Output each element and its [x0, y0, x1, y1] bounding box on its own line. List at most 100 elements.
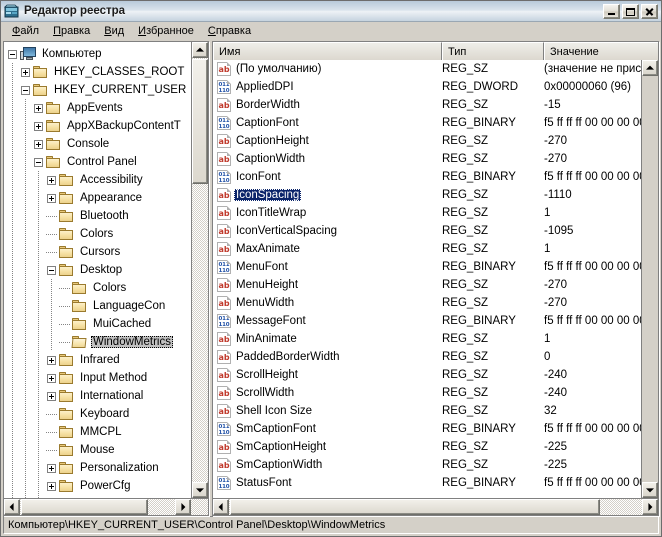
tree-scroll-down-button[interactable]: [192, 482, 208, 498]
table-row[interactable]: ab ScrollHeight REG_SZ -240: [213, 366, 641, 384]
folder-icon: [46, 119, 62, 133]
table-row[interactable]: ab ScrollWidth REG_SZ -240: [213, 384, 641, 402]
table-row[interactable]: ab (По умолчанию) REG_SZ (значение не присв…: [213, 60, 641, 78]
close-button[interactable]: [641, 3, 658, 19]
table-row[interactable]: ab SmCaptionHeight REG_SZ -225: [213, 438, 641, 456]
table-row[interactable]: ab CaptionHeight REG_SZ -270: [213, 132, 641, 150]
column-header-type[interactable]: Тип: [442, 42, 544, 60]
tree-node-cursors[interactable]: Cursors: [7, 243, 190, 261]
binary-value-icon: 011 110: [217, 170, 231, 184]
tree-guide: [20, 477, 33, 495]
tree-collapse-icon[interactable]: [20, 81, 33, 99]
table-row[interactable]: ab MaxAnimate REG_SZ 1: [213, 240, 641, 258]
column-header-value[interactable]: Значение: [544, 42, 658, 60]
tree-node-colors[interactable]: Colors: [7, 279, 190, 297]
tree-guide: [20, 225, 33, 243]
menu-item-favorites[interactable]: Избранное: [131, 23, 201, 39]
title-bar: Редактор реестра: [1, 1, 661, 22]
table-row[interactable]: ab SmCaptionWidth REG_SZ -225: [213, 456, 641, 474]
menu-item-help[interactable]: Справка: [201, 23, 258, 39]
tree-node-mmcpl[interactable]: MMCPL: [7, 423, 190, 441]
table-row[interactable]: 011 110 StatusFont REG_BINARY f5 ff ff ff 00…: [213, 474, 641, 492]
tree-node-hkey-current-user[interactable]: HKEY_CURRENT_USER: [7, 81, 190, 99]
list-vertical-scrollbar[interactable]: [641, 60, 658, 498]
column-header-name[interactable]: Имя: [213, 42, 442, 60]
table-row[interactable]: ab MenuHeight REG_SZ -270: [213, 276, 641, 294]
values-list[interactable]: ab (По умолчанию) REG_SZ (значение не присв…: [213, 60, 641, 498]
list-hscroll-thumb[interactable]: [230, 499, 600, 515]
registry-tree[interactable]: Компьютер HKEY_CLASSES_ROOT HKEY_CURRENT_U…: [4, 42, 190, 515]
tree-scroll-left-button[interactable]: [4, 499, 20, 515]
tree-horizontal-scrollbar[interactable]: [4, 498, 208, 515]
tree-expand-icon[interactable]: [33, 99, 46, 117]
tree-node-appevents[interactable]: AppEvents: [7, 99, 190, 117]
tree-expand-icon[interactable]: [20, 63, 33, 81]
tree-expand-icon[interactable]: [33, 117, 46, 135]
tree-expand-icon[interactable]: [46, 189, 59, 207]
menu-item-edit[interactable]: Правка: [46, 23, 97, 39]
table-row[interactable]: 011 110 CaptionFont REG_BINARY f5 ff ff ff 0…: [213, 114, 641, 132]
tree-scroll-right-button[interactable]: [175, 499, 191, 515]
table-row[interactable]: ab IconVerticalSpacing REG_SZ -1095: [213, 222, 641, 240]
value-data: -240: [544, 387, 568, 399]
tree-node-powercfg[interactable]: PowerCfg: [7, 477, 190, 495]
tree-node-bluetooth[interactable]: Bluetooth: [7, 207, 190, 225]
table-row[interactable]: ab PaddedBorderWidth REG_SZ 0: [213, 348, 641, 366]
table-row[interactable]: ab MinAnimate REG_SZ 1: [213, 330, 641, 348]
tree-expand-icon[interactable]: [46, 387, 59, 405]
tree-guide: [46, 405, 59, 423]
tree-node-appxbackupcontentt[interactable]: AppXBackupContentT: [7, 117, 190, 135]
tree-node-windowmetrics[interactable]: WindowMetrics: [7, 333, 190, 351]
maximize-button[interactable]: [622, 3, 639, 19]
tree-node-infrared[interactable]: Infrared: [7, 351, 190, 369]
tree-vertical-scrollbar[interactable]: [191, 42, 208, 498]
tree-node-accessibility[interactable]: Accessibility: [7, 171, 190, 189]
tree-expand-icon[interactable]: [46, 477, 59, 495]
tree-node-input-method[interactable]: Input Method: [7, 369, 190, 387]
table-row[interactable]: 011 110 AppliedDPI REG_DWORD 0x00000060 (96): [213, 78, 641, 96]
table-row[interactable]: ab Shell Icon Size REG_SZ 32: [213, 402, 641, 420]
table-row[interactable]: 011 110 SmCaptionFont REG_BINARY f5 ff ff ff…: [213, 420, 641, 438]
tree-node-control-panel[interactable]: Control Panel: [7, 153, 190, 171]
tree-node-languagecon[interactable]: LanguageCon: [7, 297, 190, 315]
list-scroll-right-button[interactable]: [642, 499, 658, 515]
table-row[interactable]: ab BorderWidth REG_SZ -15: [213, 96, 641, 114]
tree-expand-icon[interactable]: [46, 459, 59, 477]
minimize-button[interactable]: [603, 3, 620, 19]
list-scroll-up-button[interactable]: [642, 60, 658, 76]
tree-expand-icon[interactable]: [46, 369, 59, 387]
table-row[interactable]: ab CaptionWidth REG_SZ -270: [213, 150, 641, 168]
tree-collapse-icon[interactable]: [46, 261, 59, 279]
table-row[interactable]: ab MenuWidth REG_SZ -270: [213, 294, 641, 312]
tree-collapse-icon[interactable]: [33, 153, 46, 171]
tree-node-desktop[interactable]: Desktop: [7, 261, 190, 279]
table-row[interactable]: ab IconSpacing REG_SZ -1110: [213, 186, 641, 204]
table-row[interactable]: ab IconTitleWrap REG_SZ 1: [213, 204, 641, 222]
tree-node-mouse[interactable]: Mouse: [7, 441, 190, 459]
tree-scroll-thumb[interactable]: [192, 59, 208, 184]
tree-node-appearance[interactable]: Appearance: [7, 189, 190, 207]
list-scroll-down-button[interactable]: [642, 482, 658, 498]
tree-node-hkey-classes-root[interactable]: HKEY_CLASSES_ROOT: [7, 63, 190, 81]
table-row[interactable]: 011 110 IconFont REG_BINARY f5 ff ff ff 00 0…: [213, 168, 641, 186]
tree-guide: [7, 477, 20, 495]
tree-collapse-icon[interactable]: [7, 45, 20, 63]
tree-node-personalization[interactable]: Personalization: [7, 459, 190, 477]
menu-item-file[interactable]: Файл: [5, 23, 46, 39]
list-horizontal-scrollbar[interactable]: [213, 498, 658, 515]
list-scroll-left-button[interactable]: [213, 499, 229, 515]
tree-node-keyboard[interactable]: Keyboard: [7, 405, 190, 423]
menu-item-view[interactable]: Вид: [97, 23, 131, 39]
table-row[interactable]: 011 110 MessageFont REG_BINARY f5 ff ff ff 0…: [213, 312, 641, 330]
tree-expand-icon[interactable]: [46, 351, 59, 369]
table-row[interactable]: 011 110 MenuFont REG_BINARY f5 ff ff ff 00 0…: [213, 258, 641, 276]
tree-expand-icon[interactable]: [33, 135, 46, 153]
tree-node-international[interactable]: International: [7, 387, 190, 405]
tree-node-[interactable]: Компьютер: [7, 45, 190, 63]
tree-node-console[interactable]: Console: [7, 135, 190, 153]
tree-node-muicached[interactable]: MuiCached: [7, 315, 190, 333]
tree-node-colors[interactable]: Colors: [7, 225, 190, 243]
tree-scroll-up-button[interactable]: [192, 42, 208, 58]
tree-hscroll-thumb[interactable]: [21, 499, 148, 515]
tree-expand-icon[interactable]: [46, 171, 59, 189]
